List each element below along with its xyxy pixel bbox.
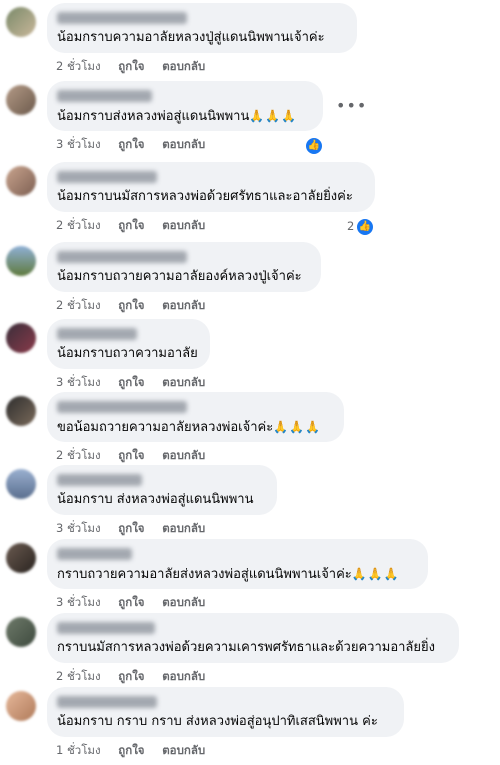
comment-bubble: ขอน้อมถวายความอาลัยหลวงพ่อเจ้าค่ะ🙏🙏🙏 <box>47 392 344 442</box>
avatar[interactable] <box>6 469 36 499</box>
commenter-name[interactable] <box>57 171 157 183</box>
reply-button[interactable]: ตอบกลับ <box>162 669 205 683</box>
reply-button[interactable]: ตอบกลับ <box>162 375 205 389</box>
timestamp[interactable]: 3 ชั่วโมง <box>56 137 101 151</box>
avatar[interactable] <box>6 543 36 573</box>
commenter-name[interactable] <box>57 328 137 340</box>
like-button[interactable]: ถูกใจ <box>118 375 144 389</box>
comment-bubble: น้อมกราบถวาความอาลัย <box>47 319 210 369</box>
timestamp[interactable]: 2 ชั่วโมง <box>56 218 101 232</box>
avatar[interactable] <box>6 166 36 196</box>
like-button[interactable]: ถูกใจ <box>118 448 144 462</box>
timestamp[interactable]: 2 ชั่วโมง <box>56 669 101 683</box>
pray-emoji: 🙏🙏🙏 <box>351 567 400 581</box>
like-button[interactable]: ถูกใจ <box>118 137 144 151</box>
timestamp[interactable]: 3 ชั่วโมง <box>56 595 101 609</box>
comment-actions: 3 ชั่วโมง ถูกใจ ตอบกลับ <box>56 374 219 392</box>
like-button[interactable]: ถูกใจ <box>118 218 144 232</box>
comment-bubble: กราบนมัสการหลวงพ่อด้วยความเคารพศรัทธาและ… <box>47 613 459 663</box>
pray-emoji: 🙏🙏🙏 <box>273 420 322 434</box>
avatar[interactable] <box>6 691 36 721</box>
comment-item: น้อมกราบนมัสการหลวงพ่อด้วยศรัทธาและอาลัย… <box>0 162 500 240</box>
like-button[interactable]: ถูกใจ <box>118 669 144 683</box>
reply-button[interactable]: ตอบกลับ <box>162 595 205 609</box>
comment-text: น้อมกราบถวายความอาลัยองค์หลวงปู่เจ้าค่ะ <box>57 269 302 284</box>
reply-button[interactable]: ตอบกลับ <box>162 448 205 462</box>
comment-item: กราบนมัสการหลวงพ่อด้วยความเคารพศรัทธาและ… <box>0 613 500 691</box>
avatar[interactable] <box>6 323 36 353</box>
comment-item: ขอน้อมถวายความอาลัยหลวงพ่อเจ้าค่ะ🙏🙏🙏 2 ช… <box>0 392 500 470</box>
timestamp[interactable]: 3 ชั่วโมง <box>56 521 101 535</box>
like-icon[interactable]: 👍 <box>356 218 374 236</box>
comment-bubble: น้อมกราบถวายความอาลัยองค์หลวงปู่เจ้าค่ะ <box>47 242 321 292</box>
like-button[interactable]: ถูกใจ <box>118 298 144 312</box>
comment-bubble: น้อมกราบ ส่งหลวงพ่อสู่แดนนิพพาน <box>47 465 277 515</box>
comment-item: น้อมกราบ ส่งหลวงพ่อสู่แดนนิพพาน 3 ชั่วโม… <box>0 465 500 543</box>
comment-actions: 2 ชั่วโมง ถูกใจ ตอบกลับ <box>56 447 219 465</box>
commenter-name[interactable] <box>57 401 187 413</box>
comment-text: น้อมกราบนมัสการหลวงพ่อด้วยศรัทธาและอาลัย… <box>57 189 353 204</box>
comment-actions: 1 ชั่วโมง ถูกใจ ตอบกลับ <box>56 742 219 760</box>
commenter-name[interactable] <box>57 696 157 708</box>
timestamp[interactable]: 1 ชั่วโมง <box>56 743 101 757</box>
more-options-icon[interactable]: ••• <box>336 96 367 115</box>
comment-bubble: กราบถวายความอาลัยส่งหลวงพ่อสู่แดนนิพพานเ… <box>47 539 428 589</box>
avatar[interactable] <box>6 617 36 647</box>
comment-bubble: น้อมกราบความอาลัยหลวงปู่สู่แดนนิพพานเจ้า… <box>47 3 357 53</box>
comment-actions: 2 ชั่วโมง ถูกใจ ตอบกลับ <box>56 668 219 686</box>
like-button[interactable]: ถูกใจ <box>118 521 144 535</box>
commenter-name[interactable] <box>57 12 187 24</box>
comment-item: น้อมกราบถวาความอาลัย 3 ชั่วโมง ถูกใจ ตอบ… <box>0 319 500 397</box>
reply-button[interactable]: ตอบกลับ <box>162 521 205 535</box>
reaction-count[interactable]: 2 <box>347 219 354 233</box>
timestamp[interactable]: 2 ชั่วโมง <box>56 298 101 312</box>
comment-item: กราบถวายความอาลัยส่งหลวงพ่อสู่แดนนิพพานเ… <box>0 539 500 617</box>
comment-text: กราบถวายความอาลัยส่งหลวงพ่อสู่แดนนิพพานเ… <box>57 567 400 582</box>
comment-item: น้อมกราบส่งหลวงพ่อสู่แดนนิพพาน🙏🙏🙏 3 ชั่ว… <box>0 81 500 159</box>
timestamp[interactable]: 2 ชั่วโมง <box>56 448 101 462</box>
reply-button[interactable]: ตอบกลับ <box>162 59 205 73</box>
commenter-name[interactable] <box>57 90 152 102</box>
avatar[interactable] <box>6 396 36 426</box>
comment-text: กราบนมัสการหลวงพ่อด้วยความเคารพศรัทธาและ… <box>57 640 435 655</box>
reply-button[interactable]: ตอบกลับ <box>162 298 205 312</box>
comment-text: ขอน้อมถวายความอาลัยหลวงพ่อเจ้าค่ะ🙏🙏🙏 <box>57 420 322 435</box>
like-button[interactable]: ถูกใจ <box>118 743 144 757</box>
comment-actions: 3 ชั่วโมง ถูกใจ ตอบกลับ <box>56 520 219 538</box>
reply-button[interactable]: ตอบกลับ <box>162 743 205 757</box>
timestamp[interactable]: 3 ชั่วโมง <box>56 375 101 389</box>
like-icon[interactable]: 👍 <box>305 137 323 155</box>
reply-button[interactable]: ตอบกลับ <box>162 218 205 232</box>
commenter-name[interactable] <box>57 548 132 560</box>
comment-actions: 3 ชั่วโมง ถูกใจ ตอบกลับ <box>56 136 219 154</box>
timestamp[interactable]: 2 ชั่วโมง <box>56 59 101 73</box>
avatar[interactable] <box>6 85 36 115</box>
avatar[interactable] <box>6 7 36 37</box>
comment-actions: 3 ชั่วโมง ถูกใจ ตอบกลับ <box>56 594 219 612</box>
commenter-name[interactable] <box>57 622 155 634</box>
comment-text: น้อมกราบความอาลัยหลวงปู่สู่แดนนิพพานเจ้า… <box>57 30 325 45</box>
reply-button[interactable]: ตอบกลับ <box>162 137 205 151</box>
comment-actions: 2 ชั่วโมง ถูกใจ ตอบกลับ <box>56 58 219 76</box>
comment-text: น้อมกราบ กราบ กราบ ส่งหลวงพ่อสู่อนุปาทิเ… <box>57 714 378 729</box>
commenter-name[interactable] <box>57 474 142 486</box>
comment-bubble: น้อมกราบส่งหลวงพ่อสู่แดนนิพพาน🙏🙏🙏 <box>47 81 323 131</box>
comment-item: น้อมกราบถวายความอาลัยองค์หลวงปู่เจ้าค่ะ … <box>0 242 500 320</box>
comment-item: น้อมกราบความอาลัยหลวงปู่สู่แดนนิพพานเจ้า… <box>0 3 500 81</box>
comment-text: น้อมกราบ ส่งหลวงพ่อสู่แดนนิพพาน <box>57 492 254 507</box>
comment-bubble: น้อมกราบ กราบ กราบ ส่งหลวงพ่อสู่อนุปาทิเ… <box>47 687 404 737</box>
like-button[interactable]: ถูกใจ <box>118 59 144 73</box>
commenter-name[interactable] <box>57 251 187 263</box>
avatar[interactable] <box>6 246 36 276</box>
comment-actions: 2 ชั่วโมง ถูกใจ ตอบกลับ <box>56 297 219 315</box>
comment-text: น้อมกราบถวาความอาลัย <box>57 346 198 361</box>
pray-emoji: 🙏🙏🙏 <box>249 109 298 123</box>
comment-actions: 2 ชั่วโมง ถูกใจ ตอบกลับ <box>56 217 219 235</box>
comment-bubble: น้อมกราบนมัสการหลวงพ่อด้วยศรัทธาและอาลัย… <box>47 162 375 212</box>
like-button[interactable]: ถูกใจ <box>118 595 144 609</box>
comment-item: น้อมกราบ กราบ กราบ ส่งหลวงพ่อสู่อนุปาทิเ… <box>0 687 500 765</box>
comment-text: น้อมกราบส่งหลวงพ่อสู่แดนนิพพาน🙏🙏🙏 <box>57 109 298 124</box>
